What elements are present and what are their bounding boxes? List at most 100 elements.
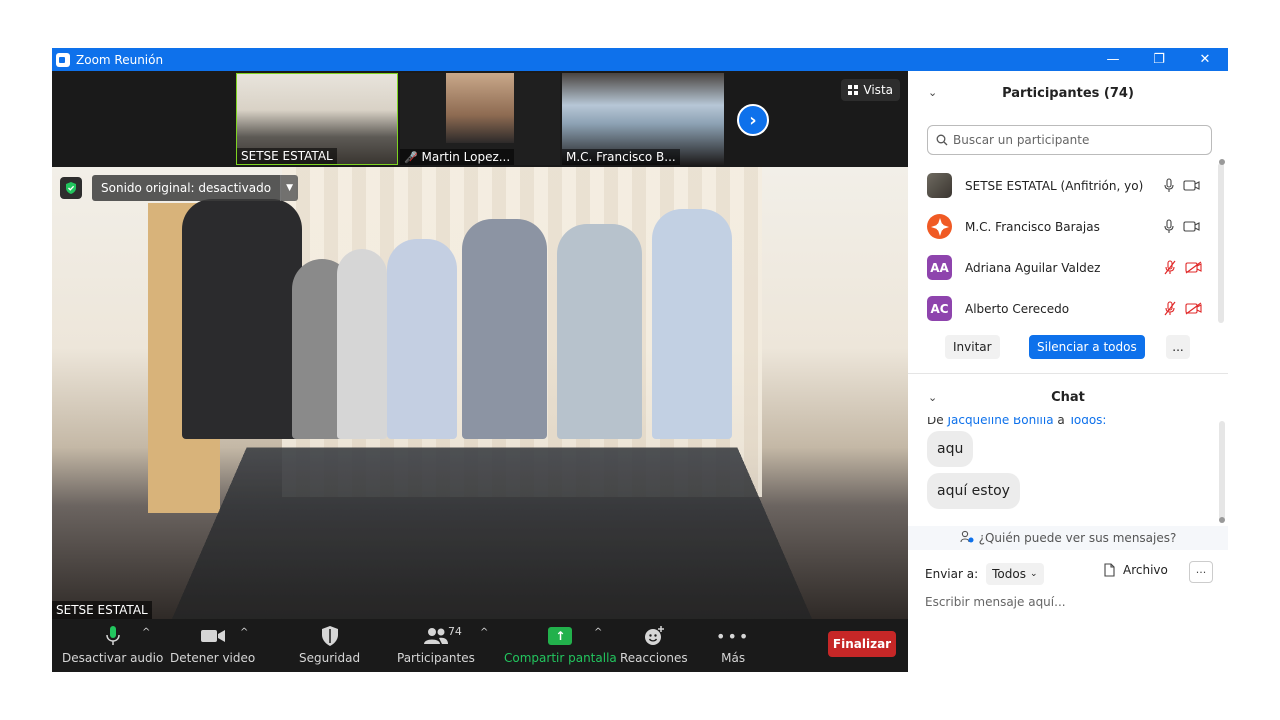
participant-row[interactable]: AA Adriana Aguilar Valdez [908, 247, 1218, 288]
chevron-down-icon[interactable]: ▼ [280, 175, 299, 201]
participant-status [1164, 260, 1202, 275]
chat-more-button[interactable]: ··· [1189, 561, 1213, 583]
participants-button[interactable]: 74 Participantes [397, 623, 475, 665]
zoom-logo-icon [56, 52, 70, 67]
mute-all-button[interactable]: Silenciar a todos [1029, 335, 1145, 359]
shield-check-icon [66, 182, 76, 194]
file-button[interactable]: Archivo [1104, 563, 1168, 577]
video-camera-icon[interactable] [1183, 180, 1200, 191]
chat-from-prefix: De [927, 417, 944, 427]
microphone-icon [105, 623, 120, 649]
original-sound-label[interactable]: Sonido original: desactivado [92, 175, 281, 201]
more-dots-icon: ••• [716, 626, 751, 646]
minimize-button[interactable]: — [1090, 48, 1136, 71]
window-controls: — ❐ ✕ [1090, 48, 1228, 71]
video-label: Detener video [170, 651, 256, 665]
scroll-up-icon[interactable] [1219, 159, 1225, 165]
security-label: Seguridad [299, 651, 361, 665]
security-button[interactable]: Seguridad [299, 623, 360, 665]
avatar: AC [927, 296, 952, 321]
participants-scrollbar[interactable] [1218, 163, 1224, 325]
file-label: Archivo [1123, 563, 1168, 577]
chat-sender-name[interactable]: Jacqueline Bonilla [947, 417, 1053, 427]
who-can-see-label: ¿Quién puede ver sus mensajes? [978, 531, 1177, 545]
chat-message-input[interactable] [925, 591, 1215, 613]
panel-divider [908, 373, 1228, 374]
participants-more-button[interactable]: ... [1166, 335, 1190, 359]
video-camera-icon[interactable] [1183, 221, 1200, 232]
video-person [462, 219, 547, 439]
participant-status [1164, 301, 1202, 316]
video-person [387, 239, 457, 439]
more-button[interactable]: ••• Más [716, 623, 751, 666]
close-button[interactable]: ✕ [1182, 48, 1228, 71]
mic-muted-icon: 🎤̸ [404, 151, 418, 164]
microphone-icon[interactable] [1164, 219, 1174, 234]
video-thumbnail[interactable]: 🎤̸ Martin Lopez... [400, 73, 560, 165]
reactions-button[interactable]: Reacciones [620, 623, 688, 665]
main-video: Sonido original: desactivado ▼ SETSE EST… [52, 167, 908, 619]
share-options-caret-icon[interactable]: ^ [594, 627, 602, 638]
encryption-shield-button[interactable] [60, 177, 82, 199]
scroll-down-icon[interactable] [1219, 517, 1225, 523]
restore-button[interactable]: ❐ [1136, 48, 1182, 71]
participant-name: Adriana Aguilar Valdez [965, 260, 1101, 275]
participant-row[interactable]: SETSE ESTATAL (Anfitrión, yo) [908, 165, 1218, 206]
participants-list: SETSE ESTATAL (Anfitrión, yo) M.C. Franc… [908, 165, 1218, 329]
participant-row[interactable]: AC Alberto Cerecedo [908, 288, 1218, 329]
video-person [652, 209, 732, 439]
send-to-dropdown[interactable]: Todos ⌄ [986, 563, 1044, 585]
video-options-caret-icon[interactable]: ^ [240, 627, 248, 638]
participants-options-caret-icon[interactable]: ^ [480, 627, 488, 638]
send-to-value: Todos [992, 567, 1026, 581]
invite-button[interactable]: Invitar [945, 335, 1000, 359]
video-camera-off-icon[interactable] [1185, 261, 1202, 274]
share-screen-label: Compartir pantalla [504, 651, 617, 665]
send-to-label: Enviar a: [925, 567, 979, 581]
original-sound-toggle[interactable]: Sonido original: desactivado ▼ [92, 175, 299, 201]
avatar: AA [927, 255, 952, 280]
thumbnail-name: 🎤̸ Martin Lopez... [400, 149, 515, 165]
shield-icon [320, 623, 340, 649]
participant-name: M.C. Francisco Barajas [965, 219, 1100, 234]
search-icon [936, 131, 948, 150]
participant-search-input[interactable] [953, 133, 1193, 147]
chat-messages: De Jacqueline Bonilla a Todos: aqu aquí … [908, 417, 1218, 525]
audio-options-caret-icon[interactable]: ^ [142, 627, 150, 638]
speaker-name: SETSE ESTATAL [52, 601, 152, 619]
side-panel: ⌄ Participantes (74) SETSE ESTATAL (Anfi… [908, 71, 1228, 672]
view-button[interactable]: Vista [841, 79, 900, 101]
zoom-window: Zoom Reunión — ❐ ✕ SETSE ESTATAL 🎤̸ Mart… [52, 48, 1228, 672]
video-person [557, 224, 642, 439]
chat-recipient[interactable]: Todos: [1069, 417, 1107, 427]
participant-row[interactable]: M.C. Francisco Barajas [908, 206, 1218, 247]
file-icon [1104, 563, 1115, 577]
microphone-muted-icon[interactable] [1164, 301, 1176, 316]
avatar [927, 214, 952, 239]
who-can-see-link[interactable]: ¿Quién puede ver sus mensajes? [908, 526, 1228, 550]
thumbnail-name-text: Martin Lopez... [421, 150, 511, 164]
end-meeting-button[interactable]: Finalizar [828, 631, 896, 657]
next-page-button[interactable]: › [737, 104, 769, 136]
participant-status [1164, 219, 1200, 234]
thumbnail-name: SETSE ESTATAL [237, 148, 337, 164]
microphone-muted-icon[interactable] [1164, 260, 1176, 275]
video-thumbnail[interactable]: M.C. Francisco B... [562, 73, 724, 165]
participants-icon: 74 [406, 623, 466, 649]
chat-from-middle: a [1057, 417, 1065, 427]
scrollbar-track[interactable] [1218, 163, 1224, 323]
participant-search[interactable] [927, 125, 1212, 155]
video-camera-off-icon[interactable] [1185, 302, 1202, 315]
participants-actions: Invitar Silenciar a todos ... [908, 335, 1228, 361]
reactions-label: Reacciones [620, 651, 688, 665]
video-person [182, 199, 302, 439]
participants-label: Participantes [397, 651, 475, 665]
meeting-toolbar: Desactivar audio ^ Detener video ^ Segur… [52, 619, 908, 672]
chat-scrollbar[interactable] [1219, 421, 1225, 521]
chat-message: aquí estoy [927, 473, 1020, 509]
avatar [927, 173, 952, 198]
microphone-icon[interactable] [1164, 178, 1174, 193]
video-thumbnail[interactable]: SETSE ESTATAL [236, 73, 398, 165]
more-label: Más [721, 651, 746, 665]
title-bar: Zoom Reunión — ❐ ✕ [52, 48, 1228, 71]
